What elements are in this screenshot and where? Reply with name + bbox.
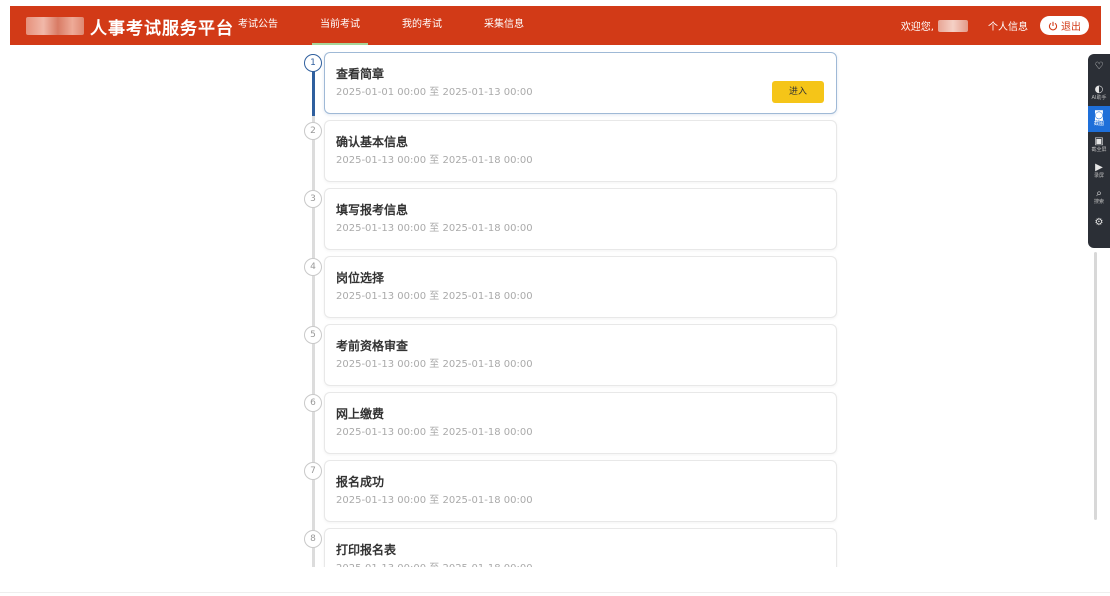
step-item: 8 打印报名表 2025-01-13 00:00 至 2025-01-18 00… bbox=[300, 528, 840, 567]
ai-assistant-button[interactable]: ◐ AI助手 bbox=[1088, 80, 1110, 106]
record-button[interactable]: ▶ 录屏 bbox=[1088, 158, 1110, 184]
step-date: 2025-01-13 00:00 至 2025-01-18 00:00 bbox=[336, 155, 533, 166]
ai-icon: ◐ bbox=[1094, 83, 1104, 95]
step-title: 网上缴费 bbox=[336, 407, 385, 421]
steps-timeline: 1 查看简章 2025-01-01 00:00 至 2025-01-13 00:… bbox=[300, 52, 840, 567]
step-title: 打印报名表 bbox=[336, 543, 397, 557]
step-title: 填写报考信息 bbox=[336, 203, 409, 217]
step-item: 1 查看简章 2025-01-01 00:00 至 2025-01-13 00:… bbox=[300, 52, 840, 114]
top-navigation-bar: 人事考试服务平台 考试公告 当前考试 我的考试 采集信息 欢迎您, 个人信息 退… bbox=[10, 6, 1101, 45]
nav-collect-info[interactable]: 采集信息 bbox=[476, 6, 532, 45]
username-blurred bbox=[938, 19, 968, 32]
step-date: 2025-01-13 00:00 至 2025-01-18 00:00 bbox=[336, 427, 533, 438]
step-item: 3 填写报考信息 2025-01-13 00:00 至 2025-01-18 0… bbox=[300, 188, 840, 250]
record-icon: ▶ bbox=[1095, 161, 1103, 173]
step-card: 考前资格审查 2025-01-13 00:00 至 2025-01-18 00:… bbox=[324, 324, 837, 386]
step-item: 4 岗位选择 2025-01-13 00:00 至 2025-01-18 00:… bbox=[300, 256, 840, 318]
step-title: 报名成功 bbox=[336, 475, 385, 489]
tool-label: 录屏 bbox=[1093, 172, 1104, 179]
settings-button[interactable]: ⚙ bbox=[1088, 210, 1110, 236]
step-number: 7 bbox=[304, 462, 322, 480]
step-card: 查看简章 2025-01-01 00:00 至 2025-01-13 00:00… bbox=[324, 52, 837, 114]
step-number: 5 bbox=[304, 326, 322, 344]
power-icon bbox=[1048, 21, 1058, 30]
step-date: 2025-01-13 00:00 至 2025-01-18 00:00 bbox=[336, 291, 533, 302]
platform-title: 人事考试服务平台 bbox=[90, 19, 234, 39]
screen-share-icon: ▣ bbox=[1094, 135, 1104, 147]
user-area: 欢迎您, 个人信息 退出 bbox=[901, 6, 1089, 45]
tool-label: AI助手 bbox=[1091, 94, 1107, 101]
step-item: 5 考前资格审查 2025-01-13 00:00 至 2025-01-18 0… bbox=[300, 324, 840, 386]
logout-label: 退出 bbox=[1061, 22, 1081, 33]
tool-label: 截全屏 bbox=[1091, 146, 1107, 153]
step-number: 4 bbox=[304, 258, 322, 276]
tool-label: 截图 bbox=[1093, 120, 1104, 127]
main-nav: 考试公告 当前考试 我的考试 采集信息 bbox=[230, 6, 558, 45]
shield-icon: ♡ bbox=[1094, 61, 1104, 72]
step-number: 2 bbox=[304, 122, 322, 140]
step-item: 6 网上缴费 2025-01-13 00:00 至 2025-01-18 00:… bbox=[300, 392, 840, 454]
welcome-text: 欢迎您, bbox=[900, 22, 934, 33]
shield-tool-button[interactable]: ♡ bbox=[1088, 54, 1110, 80]
step-date: 2025-01-01 00:00 至 2025-01-13 00:00 bbox=[336, 87, 533, 98]
screenshot-button[interactable]: ◙ 截图 bbox=[1088, 106, 1110, 132]
search-icon: ⌕ bbox=[1096, 187, 1102, 199]
step-number: 3 bbox=[304, 190, 322, 208]
logo-blurred bbox=[26, 17, 84, 35]
step-number: 6 bbox=[304, 394, 322, 412]
footer-divider bbox=[0, 592, 1110, 593]
logout-button[interactable]: 退出 bbox=[1040, 16, 1089, 35]
step-date: 2025-01-13 00:00 至 2025-01-18 00:00 bbox=[336, 359, 533, 370]
step-title: 考前资格审查 bbox=[336, 339, 409, 353]
enter-button[interactable]: 进入 bbox=[772, 81, 824, 103]
search-tool-button[interactable]: ⌕ 搜索 bbox=[1088, 184, 1110, 210]
step-card: 网上缴费 2025-01-13 00:00 至 2025-01-18 00:00 bbox=[324, 392, 837, 454]
step-card: 报名成功 2025-01-13 00:00 至 2025-01-18 00:00 bbox=[324, 460, 837, 522]
step-card: 填写报考信息 2025-01-13 00:00 至 2025-01-18 00:… bbox=[324, 188, 837, 250]
settings-icon: ⚙ bbox=[1094, 217, 1104, 228]
scrollbar[interactable] bbox=[1094, 252, 1097, 520]
step-date: 2025-01-13 00:00 至 2025-01-18 00:00 bbox=[336, 495, 533, 506]
step-title: 查看简章 bbox=[336, 67, 385, 81]
step-date: 2025-01-13 00:00 至 2025-01-18 00:00 bbox=[336, 223, 533, 234]
step-card: 确认基本信息 2025-01-13 00:00 至 2025-01-18 00:… bbox=[324, 120, 837, 182]
profile-link[interactable]: 个人信息 bbox=[988, 18, 1028, 33]
step-item: 7 报名成功 2025-01-13 00:00 至 2025-01-18 00:… bbox=[300, 460, 840, 522]
tool-label: 搜索 bbox=[1093, 198, 1104, 205]
step-card: 岗位选择 2025-01-13 00:00 至 2025-01-18 00:00 bbox=[324, 256, 837, 318]
floating-side-toolbar: ♡ ◐ AI助手 ◙ 截图 ▣ 截全屏 ▶ 录屏 ⌕ 搜索 ⚙ bbox=[1088, 54, 1110, 248]
full-screenshot-button[interactable]: ▣ 截全屏 bbox=[1088, 132, 1110, 158]
step-number: 8 bbox=[304, 530, 322, 548]
step-date: 2025-01-13 00:00 至 2025-01-18 00:00 bbox=[336, 559, 533, 567]
nav-my-exams[interactable]: 我的考试 bbox=[394, 6, 450, 45]
step-title: 岗位选择 bbox=[336, 271, 385, 285]
step-title: 确认基本信息 bbox=[336, 135, 409, 149]
step-number: 1 bbox=[304, 54, 322, 72]
nav-current-exam[interactable]: 当前考试 bbox=[312, 6, 368, 45]
camera-icon: ◙ bbox=[1094, 109, 1104, 121]
nav-exam-announcement[interactable]: 考试公告 bbox=[230, 6, 286, 45]
step-card: 打印报名表 2025-01-13 00:00 至 2025-01-18 00:0… bbox=[324, 528, 837, 567]
step-item: 2 确认基本信息 2025-01-13 00:00 至 2025-01-18 0… bbox=[300, 120, 840, 182]
